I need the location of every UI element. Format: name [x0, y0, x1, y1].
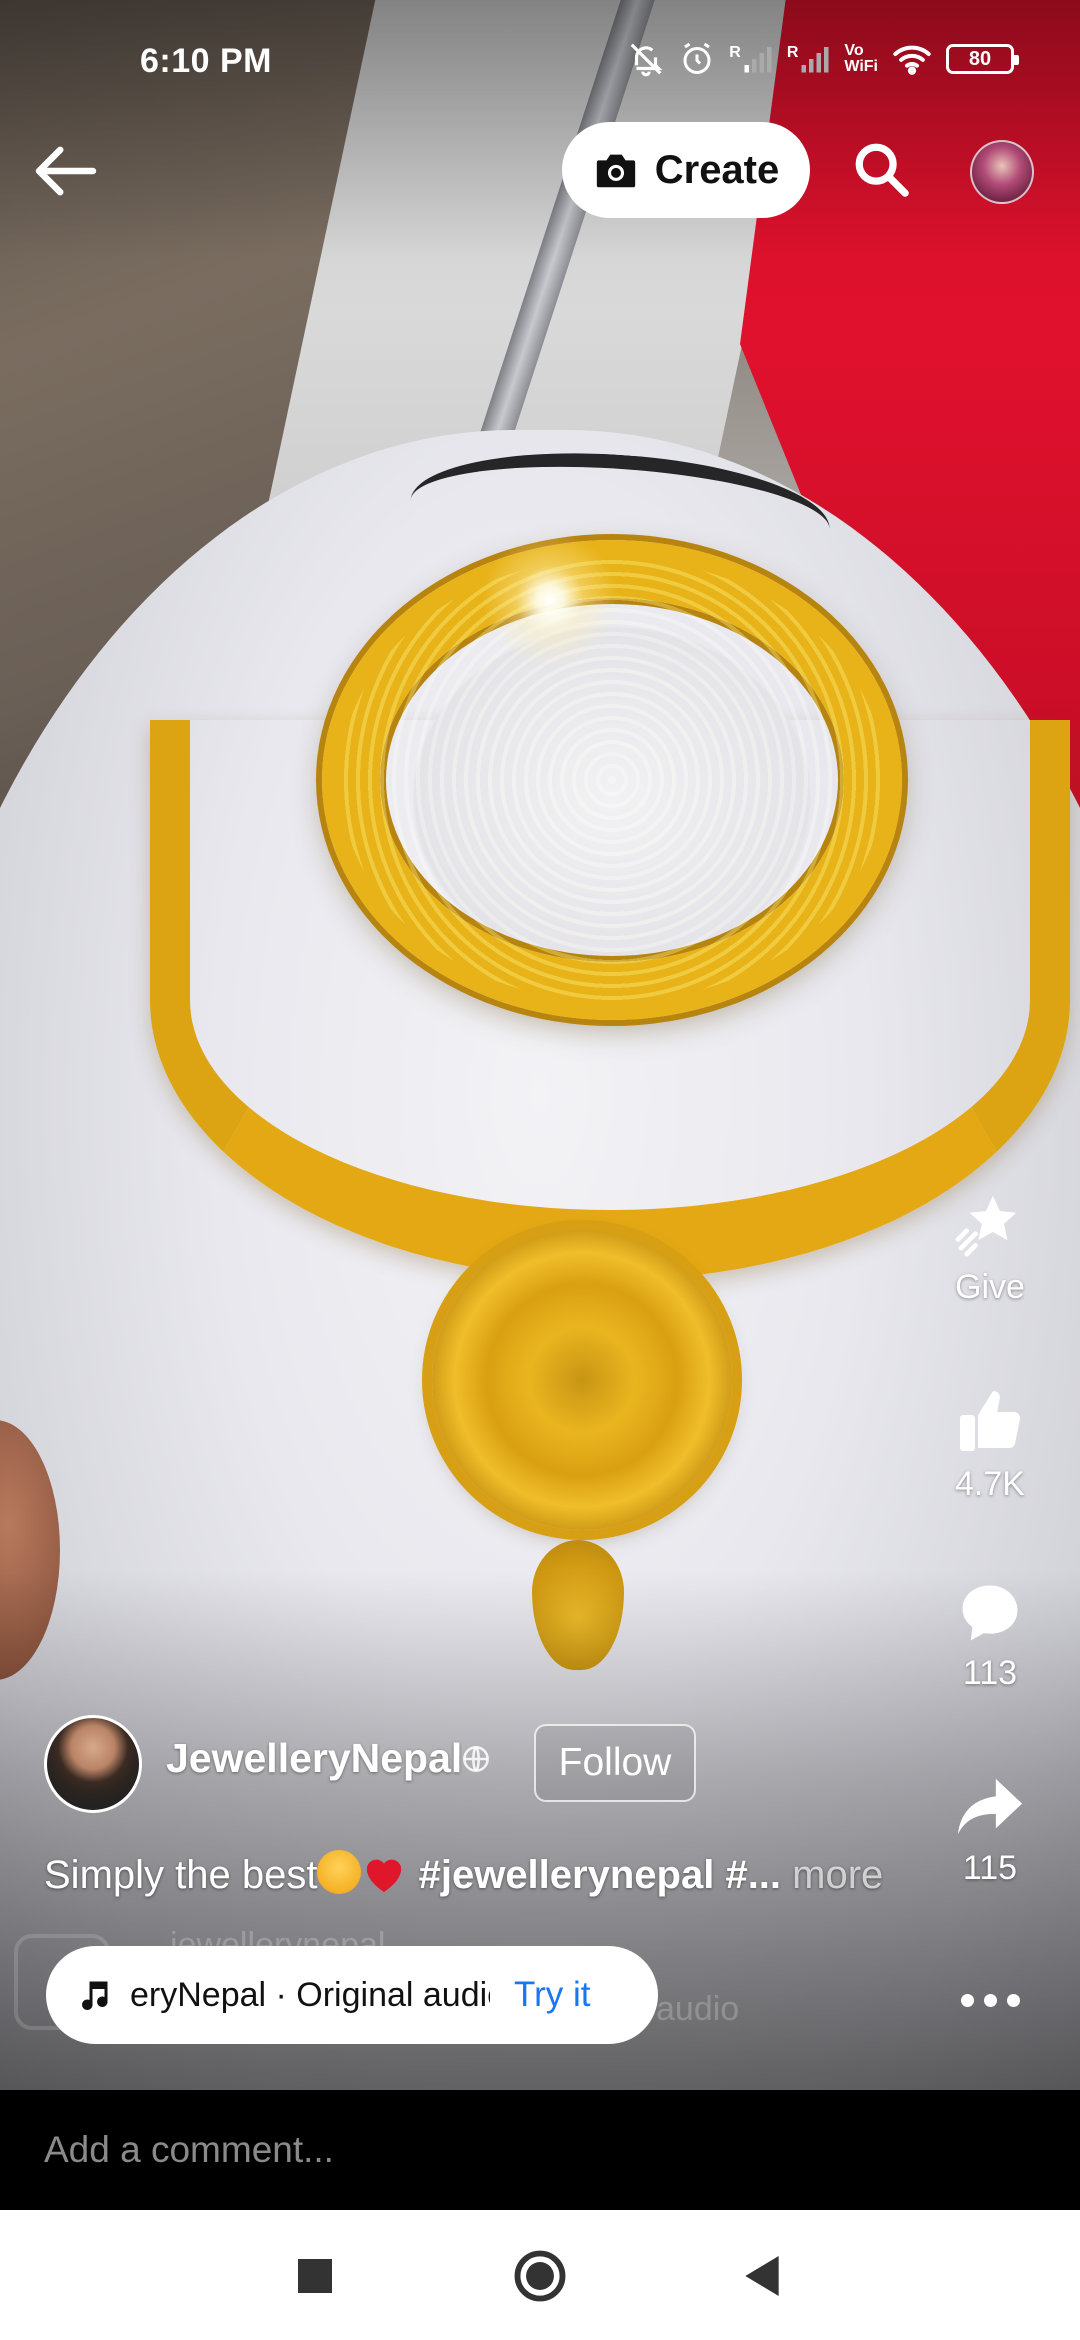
caption-hashtag[interactable]: #jewellerynepal: [419, 1853, 715, 1897]
smiling-hearts-emoji-icon: [317, 1850, 362, 1894]
share-button[interactable]: 115: [940, 1775, 1040, 1888]
give-label: Give: [955, 1268, 1025, 1306]
give-button[interactable]: Give: [940, 1190, 1040, 1307]
comment-input[interactable]: Add a comment...: [44, 2129, 334, 2171]
search-button[interactable]: [848, 136, 914, 202]
like-button[interactable]: 4.7K: [940, 1385, 1040, 1504]
caption-more-link[interactable]: more: [781, 1853, 883, 1897]
status-time: 6:10 PM: [140, 42, 272, 80]
triangle-back-icon: [745, 2256, 779, 2296]
share-arrow-icon: [957, 1778, 1023, 1835]
mute-icon: [630, 43, 663, 77]
alarm-icon: [683, 42, 711, 74]
like-count: 4.7K: [955, 1465, 1025, 1503]
recents-button[interactable]: [285, 2246, 345, 2306]
create-label: Create: [654, 147, 780, 192]
globe-icon: [463, 1746, 489, 1772]
signal-r-icon: R: [729, 44, 773, 74]
comment-bar[interactable]: Add a comment...: [0, 2090, 1080, 2210]
search-icon: [855, 143, 909, 197]
status-icons: R R Vo WiFi 80: [627, 40, 1019, 78]
follow-button[interactable]: Follow: [534, 1724, 696, 1802]
ghost-audio: audio: [656, 1990, 740, 2028]
system-nav-bar: [0, 2210, 1080, 2340]
audio-title: eryNepal · Original audio: [130, 1975, 490, 2014]
battery-icon: 80: [946, 44, 1019, 74]
create-button[interactable]: Create: [562, 122, 810, 218]
camera-icon: [596, 154, 635, 188]
author-name[interactable]: JewelleryNepal: [166, 1735, 462, 1782]
sparkle-effect: [470, 520, 630, 680]
dot-icon: [1006, 1993, 1020, 2007]
comment-bubble-icon: [962, 1585, 1018, 1641]
back-button[interactable]: [30, 138, 102, 204]
home-button[interactable]: [510, 2246, 570, 2306]
dot-icon: [960, 1993, 974, 2007]
music-note-icon: [82, 1981, 108, 2010]
vowifi-icon: Vo WiFi: [844, 42, 878, 75]
thumbs-up-icon: [960, 1391, 1021, 1451]
try-it-button[interactable]: Try it: [514, 1975, 590, 2015]
wifi-icon: [893, 45, 931, 75]
arrow-left-icon: [35, 146, 97, 196]
signal-r-icon: R: [787, 44, 831, 74]
more-options-button[interactable]: [950, 1975, 1030, 2025]
share-count: 115: [962, 1849, 1018, 1887]
square-icon: [298, 2259, 332, 2293]
dot-icon: [983, 1993, 997, 2007]
profile-avatar[interactable]: [970, 140, 1034, 204]
audio-pill[interactable]: eryNepal · Original audio Try it: [46, 1946, 658, 2044]
status-bar: 6:10 PM R R Vo WiFi 80: [0, 0, 1080, 100]
comment-count: 113: [962, 1654, 1018, 1692]
comment-button[interactable]: 113: [940, 1580, 1040, 1693]
author-avatar[interactable]: [44, 1715, 142, 1813]
back-nav-button[interactable]: [732, 2246, 792, 2306]
circle-icon: [514, 2250, 566, 2302]
post-caption[interactable]: Simply the best #jewellerynepal #... mor…: [44, 1850, 883, 1898]
battery-level: 80: [968, 47, 992, 70]
caption-text: Simply the best: [44, 1853, 318, 1897]
red-heart-emoji-icon: [367, 1859, 402, 1893]
caption-tail: #...: [714, 1853, 782, 1897]
star-gift-icon: [955, 1195, 1017, 1257]
gold-pendant: [432, 1230, 732, 1530]
